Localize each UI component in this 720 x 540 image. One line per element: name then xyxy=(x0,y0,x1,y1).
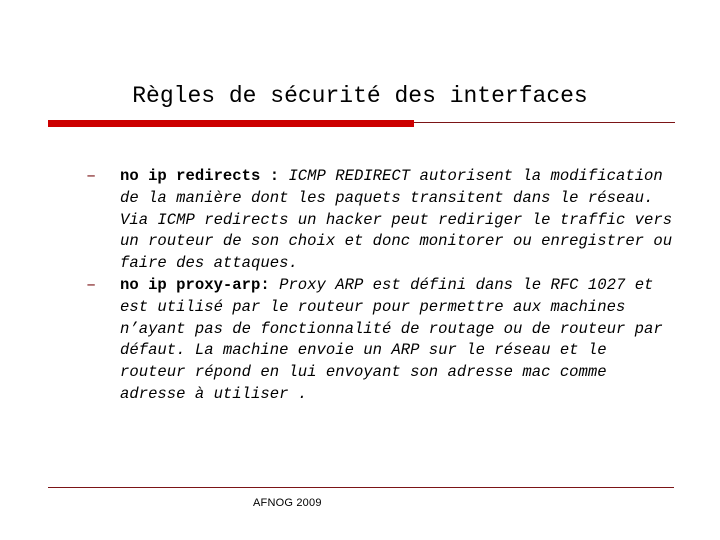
title-block: Règles de sécurité des interfaces xyxy=(0,82,720,110)
footer-divider xyxy=(48,487,674,488)
list-item-text: no ip redirects : ICMP REDIRECT autorise… xyxy=(120,166,674,275)
bullet-dash-icon: – xyxy=(86,167,97,186)
divider-accent-bar xyxy=(48,120,414,127)
list-item-lead: no ip proxy-arp: xyxy=(120,275,270,294)
list-item-lead: no ip redirects : xyxy=(120,167,280,185)
presentation-slide: Règles de sécurité des interfaces – no i… xyxy=(0,0,720,540)
list-item: – no ip proxy-arp: Proxy ARP est défini … xyxy=(84,275,674,406)
page-title: Règles de sécurité des interfaces xyxy=(132,83,588,109)
list-item-body: Proxy ARP est défini dans le RFC 1027 et… xyxy=(120,275,663,403)
slide-body: – no ip redirects : ICMP REDIRECT autori… xyxy=(84,166,674,406)
list-item-text: no ip proxy-arp: Proxy ARP est défini da… xyxy=(120,275,674,406)
list-item: – no ip redirects : ICMP REDIRECT autori… xyxy=(84,166,674,275)
bullet-dash-icon: – xyxy=(86,275,97,295)
title-divider xyxy=(48,119,675,128)
footer-label: AFNOG 2009 xyxy=(253,497,322,509)
